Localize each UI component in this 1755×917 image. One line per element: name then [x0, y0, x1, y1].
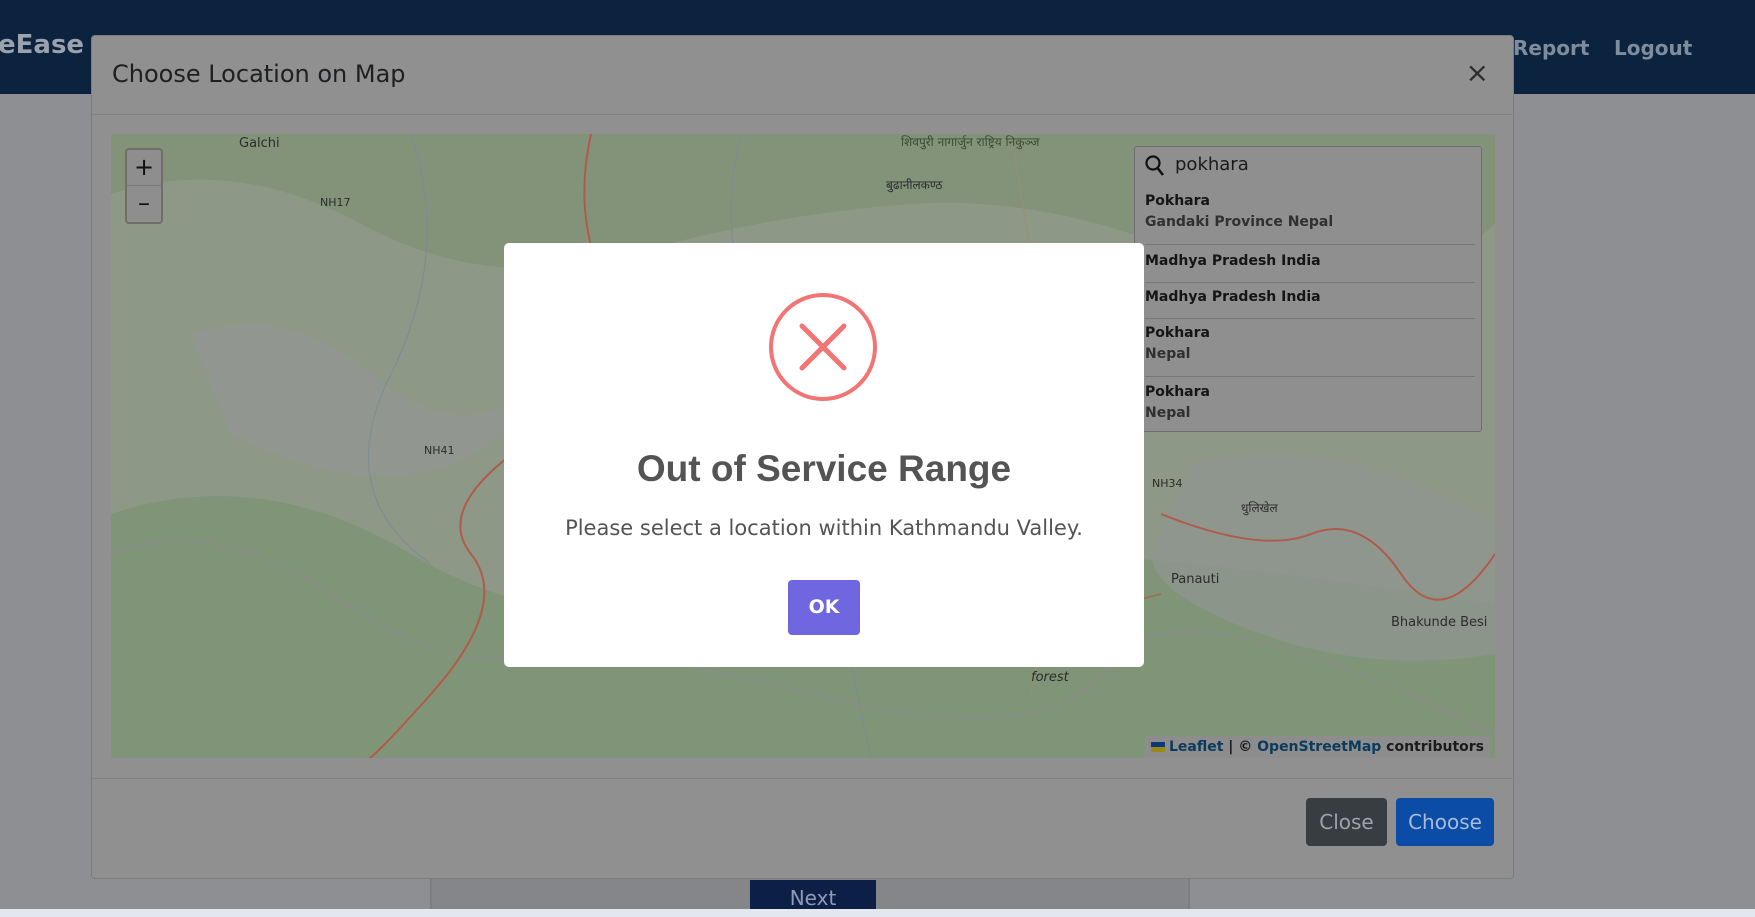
search-result-name: Madhya Pradesh India — [1145, 289, 1321, 305]
search-result-item[interactable]: Madhya Pradesh India — [1145, 289, 1475, 319]
search-result-item[interactable]: Pokhara Nepal — [1145, 384, 1475, 430]
search-result-name: Pokhara — [1145, 325, 1210, 341]
search-result-sub: Nepal — [1145, 405, 1191, 421]
modal-footer — [92, 778, 1513, 880]
alert-title: Out of Service Range — [636, 448, 1012, 489]
map-attribution: Leaflet | © OpenStreetMap contributors — [1144, 736, 1490, 758]
map-label-bhakunde-besi: Bhakunde Besi — [1391, 615, 1487, 630]
search-icon[interactable] — [1144, 154, 1166, 178]
search-result-item[interactable]: Madhya Pradesh India — [1145, 253, 1475, 283]
map-label-forest: forest — [1031, 670, 1070, 685]
choose-button[interactable]: Choose — [1396, 798, 1494, 846]
ok-button[interactable]: OK — [788, 580, 860, 635]
close-button[interactable]: Close — [1306, 798, 1387, 846]
map-label-nh41: NH41 — [424, 444, 455, 457]
zoom-control: + – — [125, 148, 163, 224]
alert-dialog: Out of Service Range Please select a loc… — [504, 243, 1144, 667]
map-label-nh17: NH17 — [320, 196, 351, 209]
search-result-sub: Gandaki Province Nepal — [1145, 214, 1334, 230]
geocoder-search: pokhara Pokhara Gandaki Province Nepal M… — [1134, 146, 1482, 432]
map-label-park: शिवपुरी नागार्जुन राष्ट्रिय निकुञ्ज — [901, 135, 1040, 150]
search-result-sub: Nepal — [1145, 346, 1191, 362]
map-label-panauti: Panauti — [1171, 572, 1219, 587]
attribution-separator: | © — [1223, 739, 1258, 755]
zoom-in-button[interactable]: + — [127, 150, 161, 186]
search-result-item[interactable]: Pokhara Nepal — [1145, 325, 1475, 377]
map-label-budhanilkantha: बुढानीलकण्ठ — [886, 178, 943, 193]
error-x-icon — [769, 293, 877, 401]
close-icon[interactable]: × — [1466, 56, 1489, 89]
nav-link-logout[interactable]: Logout — [1614, 36, 1692, 60]
brand-logo[interactable]: eEase — [0, 30, 84, 60]
attribution-suffix: contributors — [1381, 739, 1484, 755]
search-result-name: Pokhara — [1145, 384, 1210, 400]
bottom-strip — [0, 909, 1755, 917]
nav-link-report[interactable]: Report — [1513, 36, 1589, 60]
map-label-dhulikhel: धुलिखेल — [1241, 501, 1278, 516]
geocoder-input-row[interactable]: pokhara — [1135, 147, 1481, 185]
geocoder-input[interactable]: pokhara — [1175, 154, 1249, 175]
modal-title: Choose Location on Map — [112, 60, 406, 88]
modal-header: Choose Location on Map × — [92, 36, 1513, 115]
search-result-item[interactable]: Pokhara Gandaki Province Nepal — [1145, 193, 1475, 245]
ukraine-flag-icon — [1150, 742, 1165, 752]
osm-link[interactable]: OpenStreetMap — [1257, 739, 1381, 755]
map-label-galchi: Galchi — [239, 136, 280, 151]
leaflet-link[interactable]: Leaflet — [1169, 739, 1223, 755]
search-result-name: Madhya Pradesh India — [1145, 253, 1321, 269]
zoom-out-button[interactable]: – — [127, 186, 161, 222]
map-label-nh34: NH34 — [1152, 477, 1183, 490]
alert-message: Please select a location within Kathmand… — [565, 516, 1083, 540]
search-result-name: Pokhara — [1145, 193, 1210, 209]
